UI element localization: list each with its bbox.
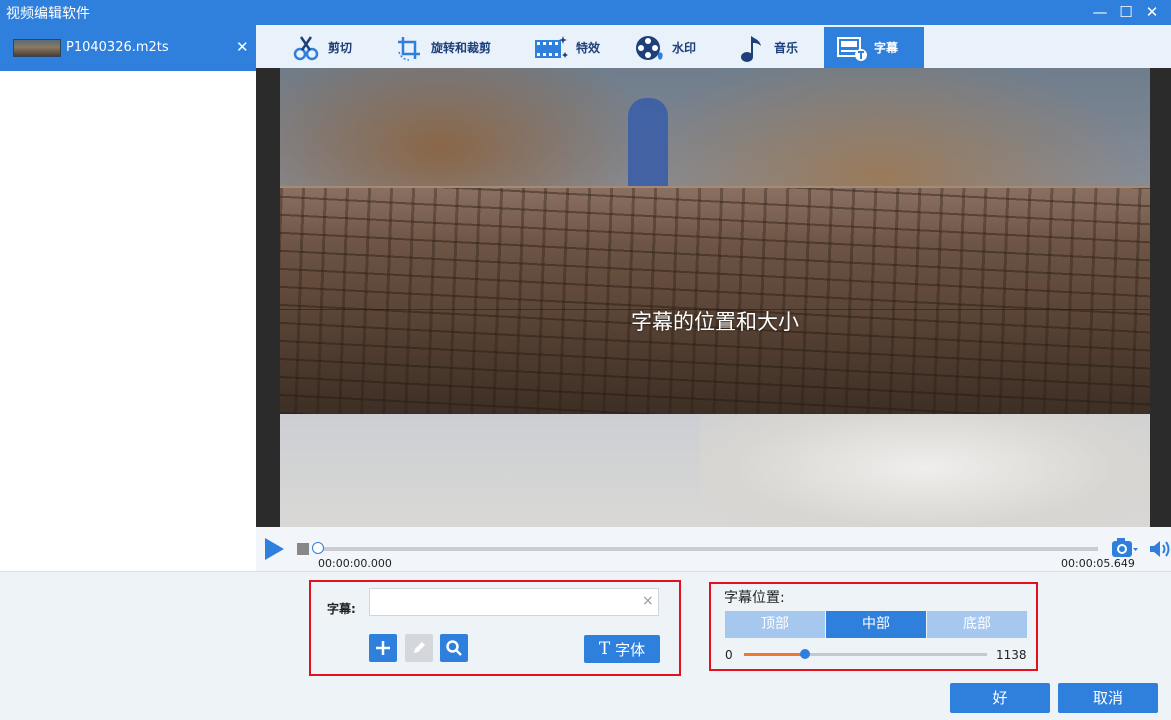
pencil-icon <box>414 642 425 653</box>
remove-file-button[interactable]: ✕ <box>236 38 249 56</box>
position-slider[interactable] <box>744 649 987 659</box>
search-subtitle-button[interactable] <box>440 634 468 662</box>
stop-button[interactable] <box>297 543 309 555</box>
subtitle-overlay-text[interactable]: 字幕的位置和大小 <box>280 306 1150 336</box>
subtitle-label: 字幕: <box>327 602 356 616</box>
tab-effects[interactable]: 特效 <box>532 27 600 68</box>
font-button[interactable]: T 字体 <box>584 635 660 663</box>
video-frame: 字幕的位置和大小 <box>280 68 1150 527</box>
tab-cut[interactable]: 剪切 <box>290 27 352 68</box>
cancel-button[interactable]: 取消 <box>1058 683 1158 713</box>
film-effects-icon <box>532 32 570 64</box>
current-time: 00:00:00.000 <box>318 557 392 570</box>
tab-label: 字幕 <box>874 41 899 55</box>
tab-label: 旋转和裁剪 <box>431 41 492 55</box>
edit-tab-bar: 剪切 旋转和裁剪 特效 水印 音乐 字幕 <box>256 25 1171 68</box>
font-button-label: 字体 <box>615 640 646 659</box>
tab-subtitles[interactable]: 字幕 <box>824 27 924 68</box>
minimize-button[interactable]: — <box>1090 2 1110 22</box>
settings-panel: 字幕: × T 字体 字幕位置: 顶部 中部 底部 0 1138 好 取消 <box>0 571 1171 720</box>
slider-knob[interactable] <box>799 649 810 659</box>
subtitle-editor-box: 字幕: × T 字体 <box>309 580 681 676</box>
edit-subtitle-button[interactable] <box>405 634 433 662</box>
tab-rotate-crop[interactable]: 旋转和裁剪 <box>393 27 491 68</box>
subtitle-icon <box>836 32 868 64</box>
slider-max-value: 1138 <box>996 648 1027 662</box>
close-window-button[interactable]: ✕ <box>1142 2 1162 22</box>
add-subtitle-button[interactable] <box>369 634 397 662</box>
file-name: P1040326.m2ts <box>66 40 169 55</box>
tab-label: 水印 <box>672 41 697 55</box>
maximize-button[interactable]: ☐ <box>1116 2 1136 22</box>
position-label: 字幕位置: <box>724 590 785 606</box>
snapshot-camera-icon[interactable] <box>1111 537 1139 559</box>
file-list-item[interactable]: P1040326.m2ts ✕ <box>0 25 256 71</box>
progress-knob[interactable] <box>312 542 324 554</box>
search-icon <box>446 640 462 656</box>
title-bar: 视频编辑软件 — ☐ ✕ <box>0 0 1171 25</box>
music-note-icon <box>736 32 768 64</box>
plus-icon <box>376 641 390 655</box>
tab-label: 剪切 <box>328 41 353 55</box>
play-button[interactable] <box>265 538 284 560</box>
window-title: 视频编辑软件 <box>6 6 90 22</box>
font-t-icon: T <box>598 639 611 659</box>
video-preview-area: 字幕的位置和大小 <box>256 68 1171 527</box>
crop-rotate-icon <box>393 32 425 64</box>
tab-watermark[interactable]: 水印 <box>634 27 696 68</box>
position-bottom-button[interactable]: 底部 <box>927 611 1027 638</box>
subtitle-input[interactable] <box>369 588 659 616</box>
fur-highlight <box>700 398 1150 527</box>
log-shape <box>280 186 1150 414</box>
video-thumbnail <box>13 39 61 57</box>
scissors-icon <box>290 32 322 64</box>
slider-min-value: 0 <box>725 648 733 662</box>
volume-icon[interactable] <box>1149 539 1171 559</box>
position-top-button[interactable]: 顶部 <box>725 611 825 638</box>
ok-button[interactable]: 好 <box>950 683 1050 713</box>
tab-label: 特效 <box>576 41 601 55</box>
tab-music[interactable]: 音乐 <box>736 27 798 68</box>
watermark-reel-icon <box>634 32 666 64</box>
subtitle-position-box: 字幕位置: 顶部 中部 底部 0 1138 <box>709 582 1038 671</box>
tab-label: 音乐 <box>774 41 799 55</box>
position-middle-button[interactable]: 中部 <box>826 611 926 638</box>
player-controls: 00:00:00.000 00:00:05.649 <box>256 527 1171 571</box>
clear-input-icon[interactable]: × <box>642 593 654 609</box>
progress-bar[interactable] <box>312 542 1098 554</box>
file-list-panel: P1040326.m2ts ✕ <box>0 25 256 571</box>
slider-fill <box>744 653 805 656</box>
